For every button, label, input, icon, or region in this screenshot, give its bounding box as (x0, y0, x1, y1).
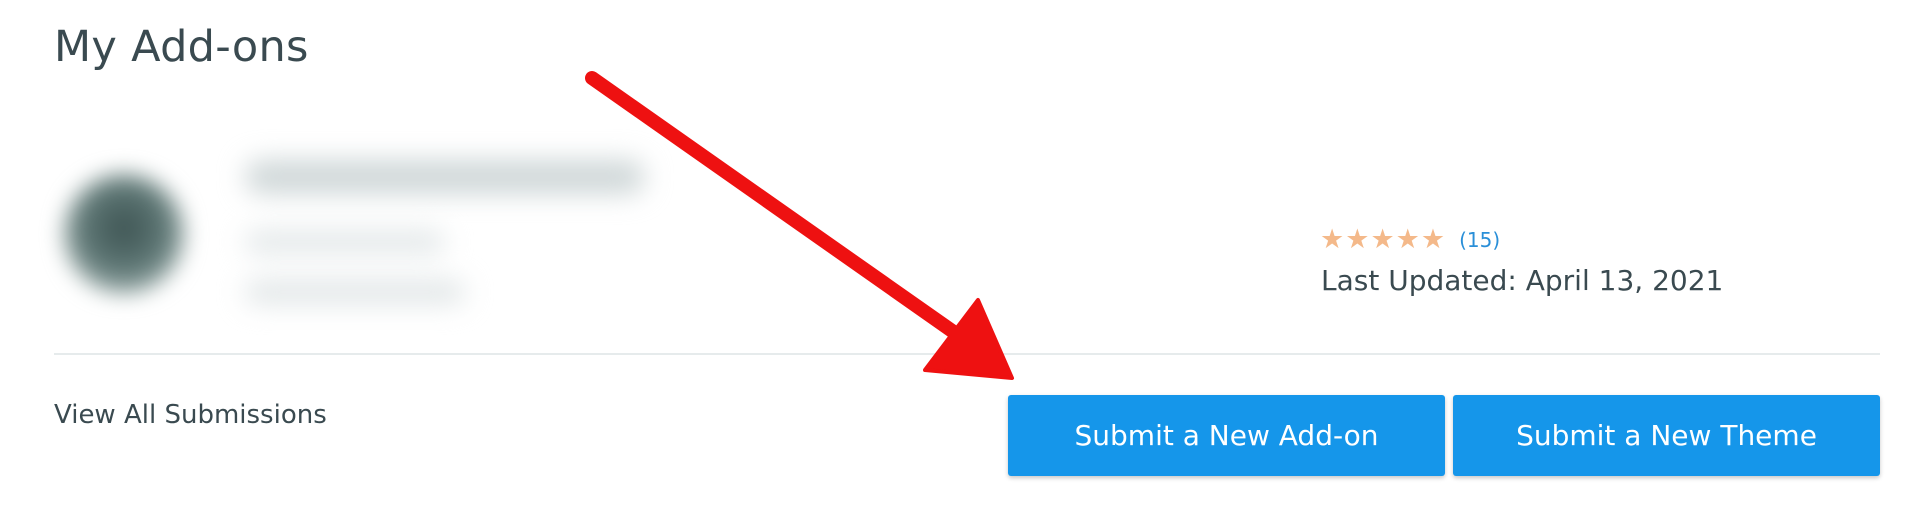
addon-meta-redacted (245, 230, 445, 254)
page-title: My Add-ons (54, 22, 309, 72)
rating-count-link[interactable]: (15) (1459, 228, 1500, 252)
addon-status-redacted (245, 280, 465, 304)
star-icon: ★ (1395, 224, 1420, 255)
submit-new-theme-button[interactable]: Submit a New Theme (1453, 395, 1880, 476)
my-addons-page: My Add-ons ★ ★ ★ ★ ★ (15) Last Updated: … (0, 0, 1912, 514)
last-updated-text: Last Updated: April 13, 2021 (1321, 264, 1724, 297)
divider (54, 353, 1880, 355)
addon-name-redacted (245, 160, 645, 194)
star-icon: ★ (1320, 224, 1345, 255)
arrow-head (923, 298, 1014, 380)
addon-icon (64, 174, 184, 294)
view-all-submissions-link[interactable]: View All Submissions (54, 400, 327, 430)
addon-rating: ★ ★ ★ ★ ★ (15) (1320, 226, 1500, 253)
star-icon: ★ (1370, 224, 1395, 255)
submit-new-addon-button[interactable]: Submit a New Add-on (1008, 395, 1445, 476)
star-icon: ★ (1345, 224, 1370, 255)
star-icon: ★ (1420, 224, 1446, 255)
addon-card[interactable] (20, 130, 660, 330)
